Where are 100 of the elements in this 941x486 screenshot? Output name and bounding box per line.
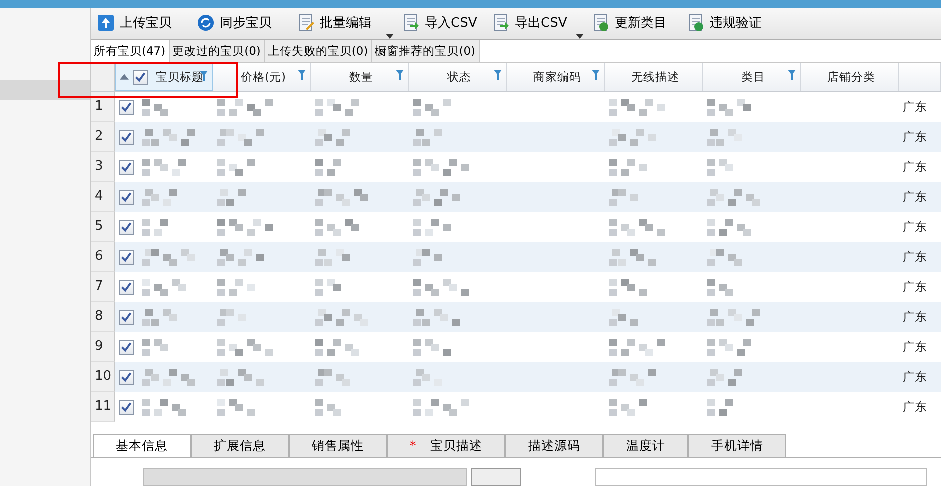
- toolbar-button[interactable]: 批量编辑: [295, 9, 400, 38]
- column-header[interactable]: 无线描述: [605, 63, 703, 92]
- pixelated-text: [142, 128, 195, 146]
- select-all-checkbox[interactable]: [133, 70, 148, 85]
- pixelated-text: [315, 248, 350, 266]
- table-cell-text: 广东: [902, 128, 928, 146]
- pixelated-text: [413, 158, 469, 176]
- row-number: 11: [91, 392, 115, 422]
- column-header[interactable]: 店铺分类: [801, 63, 899, 92]
- row-number: 8: [91, 302, 115, 332]
- row-checkbox[interactable]: [119, 130, 134, 145]
- required-mark: *: [410, 438, 416, 453]
- row-checkbox[interactable]: [119, 100, 134, 115]
- pixelated-text: [609, 98, 665, 116]
- pixelated-text: [315, 308, 368, 326]
- filter-tab[interactable]: 橱窗推荐的宝贝(0): [372, 40, 480, 62]
- column-header[interactable]: 宝贝标题: [115, 63, 213, 92]
- pixelated-text: [315, 158, 341, 176]
- filter-tab[interactable]: 上传失败的宝贝(0): [264, 40, 372, 62]
- pixelated-text: [315, 338, 359, 356]
- detail-tab[interactable]: 温度计: [603, 434, 688, 457]
- pixelated-text: [707, 368, 742, 386]
- pixelated-text: [413, 98, 451, 116]
- filter-tab[interactable]: 所有宝贝(47): [91, 40, 170, 62]
- column-header[interactable]: 状态: [409, 63, 507, 92]
- column-header[interactable]: 商家编码: [507, 63, 605, 92]
- toolbar-button[interactable]: 上传宝贝: [95, 9, 195, 38]
- table-cell-text: 广东: [902, 368, 928, 386]
- table-cell-text: 广东: [902, 218, 928, 236]
- toolbar-button[interactable]: 导出CSV: [490, 9, 590, 38]
- toolbar-button[interactable]: 更新类目: [590, 9, 685, 38]
- pixelated-text: [609, 128, 656, 146]
- pixelated-text: [609, 158, 647, 176]
- pixelated-text: [609, 188, 638, 206]
- pixelated-text: [707, 218, 751, 236]
- detail-tab[interactable]: * 宝贝描述: [387, 434, 506, 457]
- pixelated-text: [142, 98, 168, 116]
- pixelated-text: [609, 338, 665, 356]
- pixelated-text: [217, 188, 246, 206]
- pixelated-text: [413, 188, 460, 206]
- pixelated-text: [217, 338, 273, 356]
- export-document-icon: [492, 14, 510, 32]
- row-checkbox[interactable]: [119, 310, 134, 325]
- pixelated-text: [315, 188, 368, 206]
- pixelated-text: [142, 248, 195, 266]
- table-cell-text: 广东: [902, 278, 928, 296]
- column-header[interactable]: 价格(元): [213, 63, 311, 92]
- column-header[interactable]: 类目: [703, 63, 801, 92]
- row-checkbox[interactable]: [119, 340, 134, 355]
- toolbar-button[interactable]: 违规验证: [685, 9, 785, 38]
- toolbar-button[interactable]: 导入CSV: [400, 9, 490, 38]
- pixelated-text: [413, 308, 460, 326]
- detail-tab[interactable]: 销售属性: [289, 434, 387, 457]
- row-number: 5: [91, 212, 115, 242]
- row-number: 9: [91, 332, 115, 362]
- detail-tab[interactable]: 基本信息: [93, 434, 191, 457]
- pixelated-text: [142, 398, 186, 416]
- row-checkbox[interactable]: [119, 250, 134, 265]
- pixelated-text: [707, 308, 760, 326]
- import-document-icon: [402, 14, 420, 32]
- category-field[interactable]: [143, 468, 467, 486]
- edit-document-icon: [297, 14, 315, 32]
- row-checkbox[interactable]: [119, 370, 134, 385]
- title-field[interactable]: [595, 468, 927, 486]
- table-cell-text: 广东: [902, 248, 928, 266]
- pixelated-text: [217, 368, 264, 386]
- row-checkbox[interactable]: [119, 160, 134, 175]
- row-number: 3: [91, 152, 115, 182]
- row-checkbox[interactable]: [119, 190, 134, 205]
- table-cell-text: 广东: [902, 98, 928, 116]
- row-checkbox[interactable]: [119, 280, 134, 295]
- table-cell-text: 广东: [902, 338, 928, 356]
- row-checkbox[interactable]: [119, 400, 134, 415]
- pixelated-text: [707, 338, 751, 356]
- row-checkbox[interactable]: [119, 220, 134, 235]
- table-cell-text: 广东: [902, 158, 928, 176]
- column-header[interactable]: 数量: [311, 63, 409, 92]
- pixelated-text: [609, 398, 647, 416]
- pixelated-text: [413, 278, 469, 296]
- table-cell-text: 广东: [902, 398, 928, 416]
- detail-tab[interactable]: 描述源码: [505, 434, 604, 457]
- pixelated-text: [217, 128, 264, 146]
- pixelated-text: [142, 158, 186, 176]
- pixelated-text: [707, 188, 760, 206]
- pixelated-text: [609, 368, 656, 386]
- pixelated-text: [217, 398, 255, 416]
- toolbar-button[interactable]: 同步宝贝: [195, 9, 295, 38]
- pixelated-text: [707, 398, 733, 416]
- detail-tab[interactable]: 手机详情: [688, 434, 786, 457]
- pixelated-text: [217, 98, 273, 116]
- pixelated-text: [413, 368, 442, 386]
- pixelated-text: [315, 368, 350, 386]
- pixelated-text: [707, 98, 751, 116]
- row-number: 2: [91, 122, 115, 152]
- filter-tab[interactable]: 更改过的宝贝(0): [170, 40, 265, 62]
- pixelated-text: [609, 278, 647, 296]
- pixelated-text: [609, 308, 638, 326]
- detail-tab[interactable]: 扩展信息: [191, 434, 289, 457]
- pixelated-text: [413, 128, 442, 146]
- pixelated-text: [707, 128, 742, 146]
